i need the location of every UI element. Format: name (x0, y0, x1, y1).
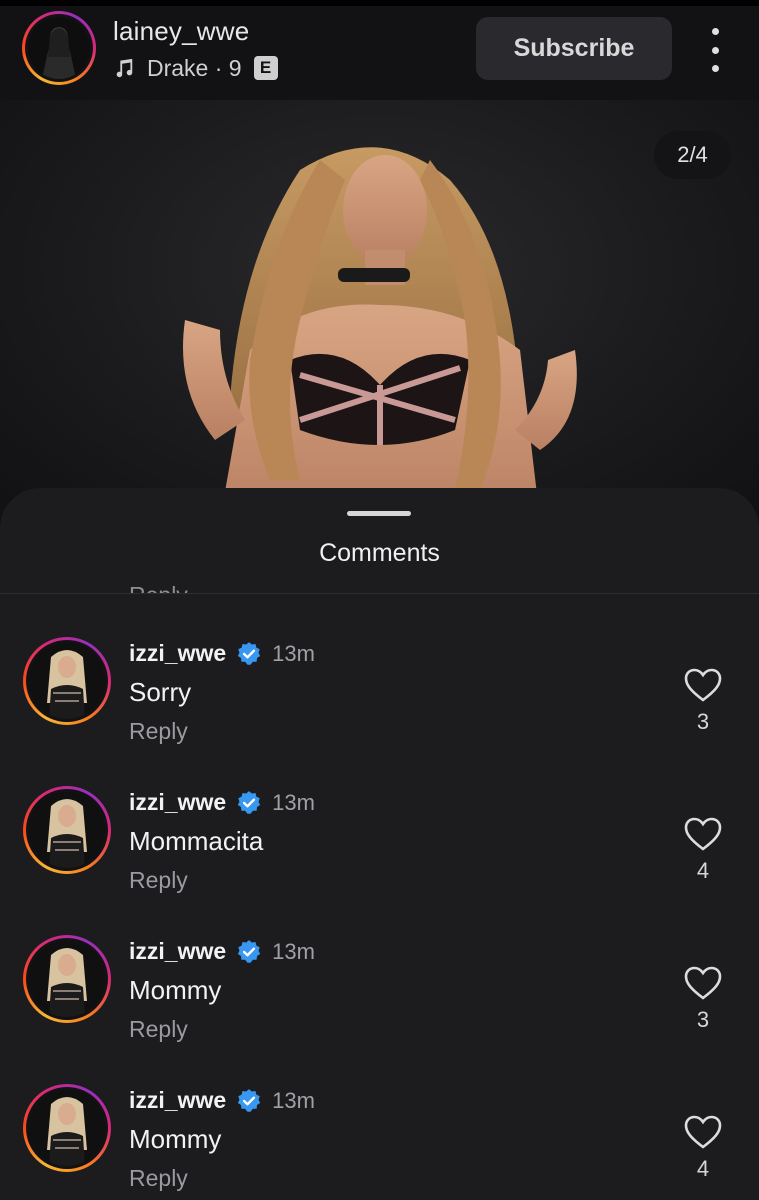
heart-icon[interactable] (683, 667, 723, 703)
commenter-avatar[interactable] (23, 1084, 111, 1172)
like-count: 3 (696, 709, 710, 734)
commenter-username[interactable]: izzi_wwe (129, 938, 226, 965)
carousel-counter: 2/4 (654, 131, 731, 179)
verified-badge-icon (237, 1088, 261, 1112)
reply-link[interactable]: Reply (129, 1165, 188, 1192)
partial-reply-link[interactable]: Reply (129, 574, 199, 594)
comment-time: 13m (272, 789, 315, 815)
verified-badge-icon (237, 641, 261, 665)
comment-text: Mommacita (129, 826, 264, 856)
comment-text: Sorry (129, 677, 192, 707)
like-count: 4 (696, 1156, 710, 1181)
comment-time: 13m (272, 640, 315, 666)
commenter-username[interactable]: izzi_wwe (129, 1087, 226, 1114)
comment-item: izzi_wwe 13m Sorry Reply 3 (0, 637, 759, 777)
music-info[interactable]: Drake · 9 E (113, 54, 278, 82)
comment-item: izzi_wwe 13m Mommacita Reply 4 (0, 786, 759, 926)
comment-text: Mommy (129, 1124, 222, 1154)
commenter-avatar[interactable] (23, 935, 111, 1023)
comment-time: 13m (272, 938, 315, 964)
heart-icon[interactable] (683, 816, 723, 852)
comment-item: izzi_wwe 13m Mommy Reply 3 (0, 935, 759, 1075)
like-count: 3 (696, 1007, 710, 1032)
comment-time: 13m (272, 1087, 315, 1113)
subscribe-button[interactable]: Subscribe (476, 17, 672, 80)
reply-link[interactable]: Reply (129, 1016, 188, 1043)
more-options-icon[interactable] (700, 28, 730, 72)
verified-badge-icon (237, 790, 261, 814)
commenter-avatar[interactable] (23, 786, 111, 874)
heart-icon[interactable] (683, 965, 723, 1001)
comments-title: Comments (319, 539, 440, 567)
music-label: Drake · 9 (147, 54, 242, 81)
post-photo (183, 147, 577, 520)
like-count: 4 (696, 858, 710, 883)
divider (0, 593, 759, 594)
comment-text: Mommy (129, 975, 222, 1005)
explicit-badge: E (253, 56, 278, 80)
author-username[interactable]: lainey_wwe (113, 16, 249, 47)
heart-icon[interactable] (683, 1114, 723, 1150)
post-image[interactable] (0, 100, 759, 520)
commenter-avatar[interactable] (23, 637, 111, 725)
drag-handle[interactable] (347, 511, 411, 516)
author-avatar[interactable] (22, 11, 96, 85)
commenter-username[interactable]: izzi_wwe (129, 789, 226, 816)
status-strip (0, 0, 759, 6)
verified-badge-icon (237, 939, 261, 963)
reply-link[interactable]: Reply (129, 718, 188, 745)
post-header: lainey_wwe Drake · 9 E Subscribe (0, 0, 759, 100)
music-note-icon (116, 58, 133, 78)
reply-link[interactable]: Reply (129, 867, 188, 894)
commenter-username[interactable]: izzi_wwe (129, 640, 226, 667)
comment-item: izzi_wwe 13m Mommy Reply 4 (0, 1084, 759, 1200)
